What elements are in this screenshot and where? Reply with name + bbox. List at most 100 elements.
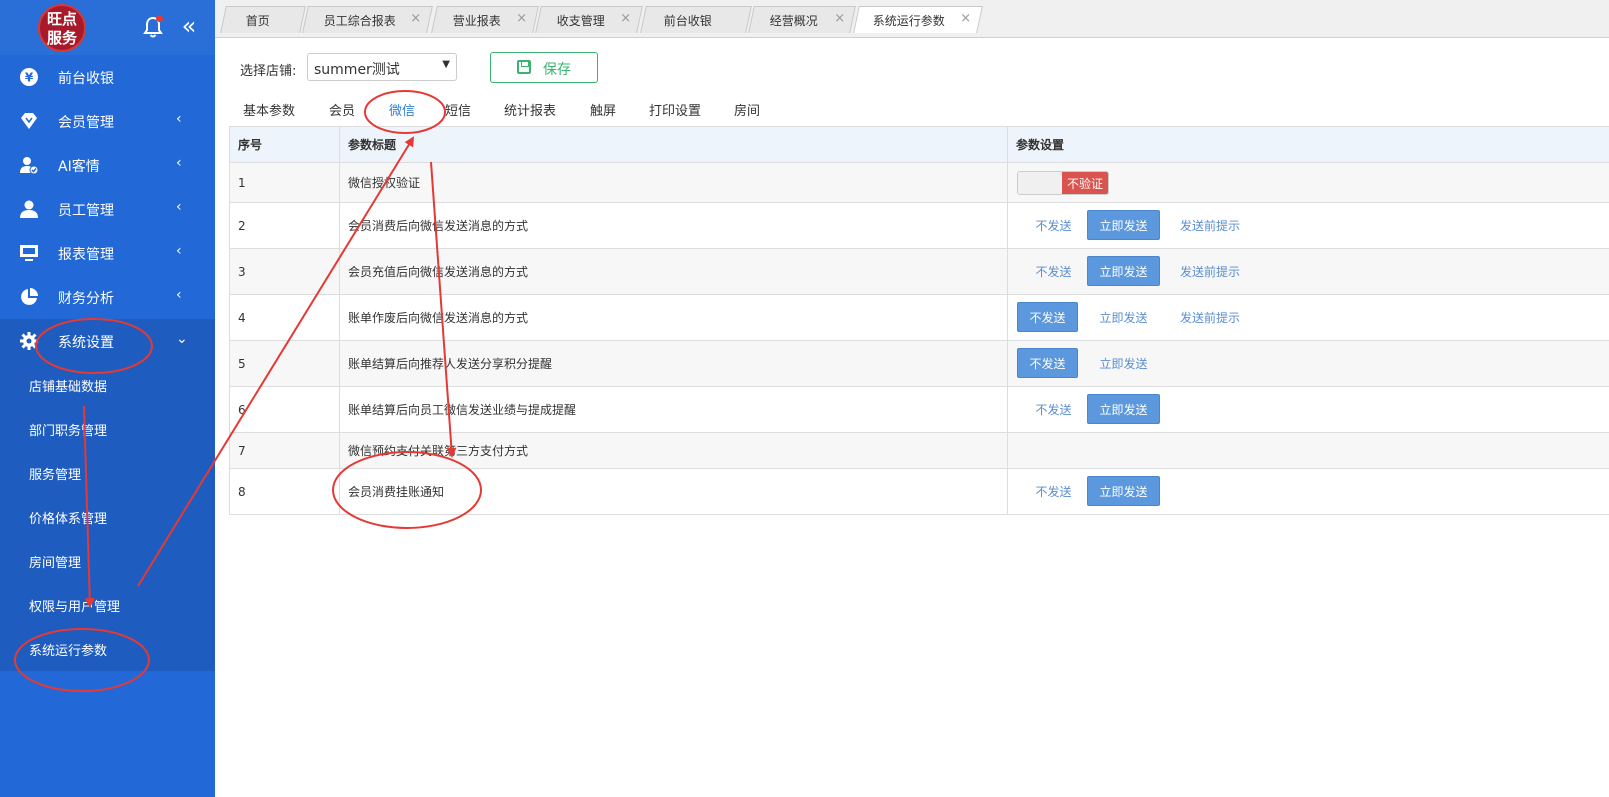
settings-submenu: 店铺基础数据 部门职务管理 服务管理 价格体系管理 房间管理 权限与用户管理 系… [0, 363, 215, 671]
column-header-title: 参数标题 [340, 127, 1008, 162]
subtab-room[interactable]: 房间 [734, 100, 760, 126]
option-no-send[interactable]: 不发送 [1017, 302, 1078, 332]
option-send-now[interactable]: 立即发送 [1087, 210, 1160, 240]
subtab-basic[interactable]: 基本参数 [243, 100, 295, 126]
user-check-icon [20, 157, 39, 175]
submenu-item-services[interactable]: 服务管理 [0, 451, 215, 495]
subtab-stats-report[interactable]: 统计报表 [504, 100, 556, 126]
tab-income-expense[interactable]: 收支管理 × [535, 6, 643, 33]
tab-label: 经营概况 [769, 14, 818, 28]
submenu-item-store-data[interactable]: 店铺基础数据 [0, 363, 215, 407]
tab-front-cashier[interactable]: 前台收银 [640, 6, 752, 33]
subtab-member[interactable]: 会员 [329, 100, 355, 126]
option-send-now[interactable]: 立即发送 [1087, 302, 1160, 332]
option-prompt-before-send[interactable]: 发送前提示 [1167, 256, 1253, 286]
close-icon[interactable]: × [516, 11, 527, 26]
main-content: 选择店铺: summer测试 ▼ 保存 基本参数 会员 微信 短信 统计报表 触… [215, 38, 1609, 797]
close-icon[interactable]: × [620, 11, 631, 26]
tab-system-params[interactable]: 系统运行参数 × [853, 6, 983, 33]
submenu-item-permissions[interactable]: 权限与用户管理 [0, 583, 215, 627]
sidebar-item-reports[interactable]: 报表管理 ‹ [0, 231, 215, 275]
row-setting [1008, 433, 1609, 468]
sidebar-item-members[interactable]: 会员管理 ‹ [0, 99, 215, 143]
option-send-now[interactable]: 立即发送 [1087, 348, 1160, 378]
logo-text-line2: 服务 [46, 29, 77, 47]
chevron-down-icon: ⌄ [176, 331, 188, 347]
page-tab-strip: 首页 员工综合报表 × 营业报表 × 收支管理 × 前台收银 经营概况 × 系统… [215, 0, 1609, 38]
submenu-item-departments[interactable]: 部门职务管理 [0, 407, 215, 451]
sidebar-item-cashier[interactable]: ¥ 前台收银 [0, 55, 215, 99]
row-title: 微信授权验证 [340, 163, 1008, 202]
column-header-setting: 参数设置 [1016, 138, 1065, 152]
row-title: 微信预约支付关联第三方支付方式 [340, 433, 1008, 468]
option-send-now[interactable]: 立即发送 [1087, 394, 1160, 424]
logo-text-line1: 旺点 [46, 10, 77, 28]
toggle-state-label: 不验证 [1062, 172, 1108, 194]
subtab-touchscreen[interactable]: 触屏 [590, 100, 616, 126]
toggle-knob [1018, 172, 1064, 194]
row-setting: 不发送 立即发送 [1008, 341, 1609, 386]
tab-business-overview[interactable]: 经营概况 × [748, 6, 856, 33]
close-icon[interactable]: × [834, 11, 845, 26]
row-title: 账单结算后向员工微信发送业绩与提成提醒 [340, 387, 1008, 432]
submenu-item-pricing[interactable]: 价格体系管理 [0, 495, 215, 539]
option-no-send[interactable]: 不发送 [1017, 394, 1090, 424]
tab-staff-report[interactable]: 员工综合报表 × [302, 6, 433, 33]
sidebar-item-label: 财务分析 [58, 291, 114, 307]
notification-dot [156, 15, 163, 22]
verify-toggle-switch[interactable]: 不验证 [1017, 171, 1109, 195]
table-row: 1 微信授权验证 不验证 [229, 163, 1609, 203]
store-select-value: summer测试 [314, 62, 400, 78]
params-table: 序号 参数标题 参数设置 1 微信授权验证 不验证 2 会员消费后向微信发送消息… [229, 126, 1609, 515]
sidebar-item-staff[interactable]: 员工管理 ‹ [0, 187, 215, 231]
row-number: 8 [229, 469, 340, 514]
sidebar-item-label: 会员管理 [58, 115, 114, 131]
subtab-sms[interactable]: 短信 [445, 100, 471, 126]
close-icon[interactable]: × [960, 11, 971, 26]
chevron-left-icon: ‹ [176, 243, 182, 259]
option-no-send[interactable]: 不发送 [1017, 210, 1090, 240]
row-number: 5 [229, 341, 340, 386]
subtab-wechat[interactable]: 微信 [375, 100, 429, 128]
brand-logo[interactable]: 旺点 服务 [38, 4, 86, 52]
sidebar-item-settings[interactable]: 系统设置 ⌄ [0, 319, 215, 363]
table-row: 6 账单结算后向员工微信发送业绩与提成提醒 不发送 立即发送 [229, 387, 1609, 433]
tab-home[interactable]: 首页 [220, 6, 306, 33]
tab-business-report[interactable]: 营业报表 × [431, 6, 539, 33]
collapse-sidebar-icon[interactable]: « [178, 14, 200, 40]
save-button[interactable]: 保存 [490, 52, 598, 83]
param-category-tabs: 基本参数 会员 微信 短信 统计报表 触屏 打印设置 房间 [229, 96, 1609, 128]
submenu-item-label: 系统运行参数 [29, 644, 108, 659]
column-header-no: 序号 [229, 127, 340, 162]
sidebar-item-ai-customer[interactable]: AI客情 ‹ [0, 143, 215, 187]
option-prompt-before-send[interactable]: 发送前提示 [1167, 302, 1253, 332]
monitor-icon [20, 245, 38, 261]
sidebar-item-finance[interactable]: 财务分析 ‹ [0, 275, 215, 319]
sidebar-item-label: 前台收银 [58, 71, 114, 87]
submenu-item-rooms[interactable]: 房间管理 [0, 539, 215, 583]
close-icon[interactable]: × [410, 11, 421, 26]
table-row: 2 会员消费后向微信发送消息的方式 不发送 立即发送 发送前提示 [229, 203, 1609, 249]
table-row: 8 会员消费挂账通知 不发送 立即发送 [229, 469, 1609, 515]
option-no-send[interactable]: 不发送 [1017, 476, 1090, 506]
row-number: 1 [229, 163, 340, 202]
subtab-print[interactable]: 打印设置 [649, 100, 701, 126]
chevron-left-icon: ‹ [176, 199, 182, 215]
submenu-item-system-params[interactable]: 系统运行参数 [0, 627, 215, 671]
option-no-send[interactable]: 不发送 [1017, 256, 1090, 286]
option-prompt-before-send[interactable]: 发送前提示 [1167, 210, 1253, 240]
sidebar: 旺点 服务 « ¥ 前台收银 会员管理 ‹ AI客情 ‹ 员工管理 ‹ 报表管理… [0, 0, 215, 797]
store-select-label: 选择店铺: [240, 64, 297, 79]
option-send-now[interactable]: 立即发送 [1087, 256, 1160, 286]
sidebar-item-label: 系统设置 [58, 335, 114, 351]
row-title: 账单结算后向推荐人发送分享积分提醒 [340, 341, 1008, 386]
row-setting: 不发送 立即发送 发送前提示 [1008, 249, 1609, 294]
option-no-send[interactable]: 不发送 [1017, 348, 1078, 378]
sidebar-item-label: 报表管理 [58, 247, 114, 263]
tab-label: 营业报表 [452, 14, 501, 28]
tab-label: 前台收银 [663, 14, 712, 28]
row-title: 账单作废后向微信发送消息的方式 [340, 295, 1008, 340]
store-select[interactable]: summer测试 ▼ [307, 53, 457, 81]
option-send-now[interactable]: 立即发送 [1087, 476, 1160, 506]
row-title: 会员消费后向微信发送消息的方式 [340, 203, 1008, 248]
